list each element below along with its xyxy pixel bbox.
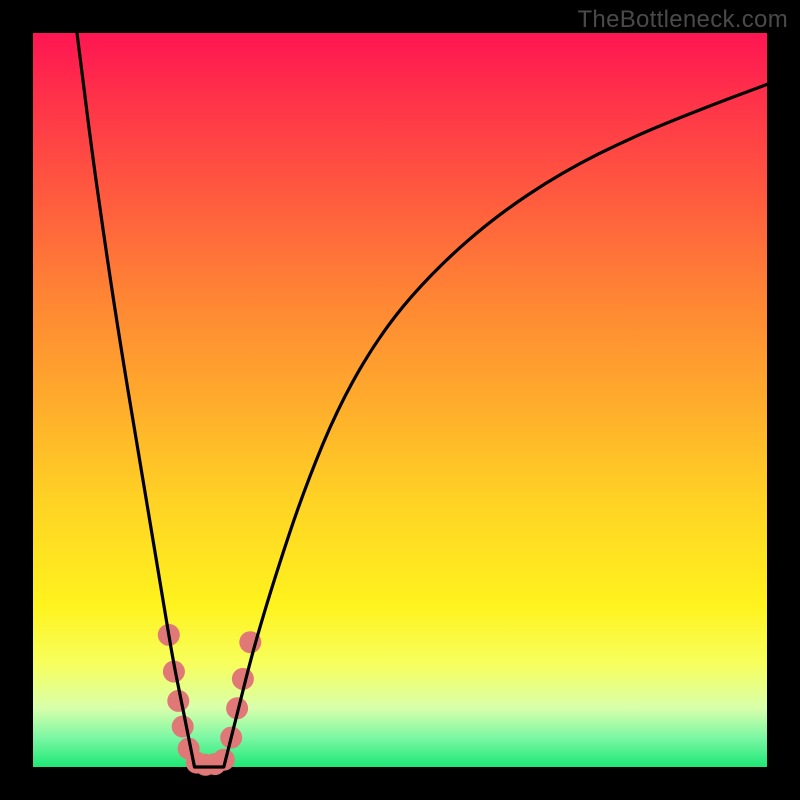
highlight-dot	[172, 716, 194, 738]
watermark-text: TheBottleneck.com	[577, 6, 788, 34]
plot-area	[33, 33, 767, 767]
chart-frame: TheBottleneck.com	[0, 0, 800, 800]
highlight-dots	[158, 624, 261, 776]
curve-layer	[33, 33, 767, 767]
bottleneck-curve	[77, 33, 767, 767]
